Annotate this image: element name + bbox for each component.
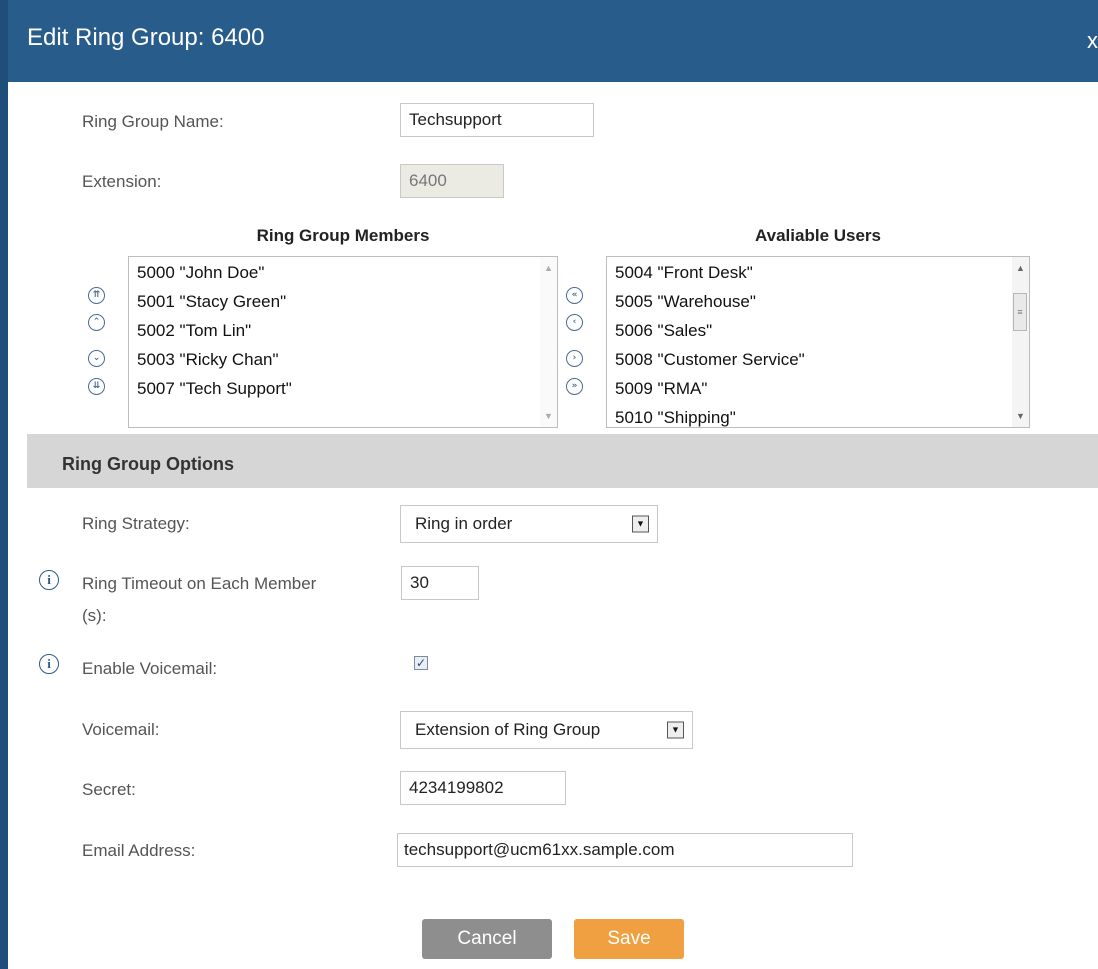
ring-timeout-label-line2: (s):	[82, 606, 107, 625]
save-button[interactable]: Save	[574, 919, 684, 959]
move-down-icon[interactable]: ⌄	[88, 350, 105, 367]
dialog-titlebar: Edit Ring Group: 6400 x	[8, 0, 1098, 82]
scroll-down-icon[interactable]: ▼	[1012, 411, 1029, 421]
close-icon[interactable]: x	[1087, 28, 1098, 54]
list-item[interactable]: 5005 "Warehouse"	[607, 287, 1029, 316]
move-bottom-icon[interactable]: ⇊	[88, 378, 105, 395]
info-icon[interactable]: i	[39, 570, 59, 590]
ring-group-name-label: Ring Group Name:	[82, 112, 224, 131]
list-item[interactable]: 5007 "Tech Support"	[129, 374, 557, 403]
scroll-up-icon[interactable]: ▲	[1012, 263, 1029, 273]
extension-input: 6400	[400, 164, 504, 198]
list-item[interactable]: 5004 "Front Desk"	[607, 258, 1029, 287]
list-item[interactable]: 5002 "Tom Lin"	[129, 316, 557, 345]
ring-strategy-select[interactable]: Ring in order ▼	[400, 505, 658, 543]
remove-selected-icon[interactable]: ›	[566, 350, 583, 367]
ring-group-members-header: Ring Group Members	[256, 226, 430, 245]
dialog-left-border	[0, 0, 8, 969]
cancel-button[interactable]: Cancel	[422, 919, 552, 959]
ring-strategy-value: Ring in order	[415, 514, 513, 533]
voicemail-value: Extension of Ring Group	[415, 720, 601, 739]
chevron-down-icon[interactable]: ▼	[667, 721, 684, 739]
ring-group-options-section: Ring Group Options	[27, 434, 1098, 488]
list-item[interactable]: 5010 "Shipping"	[607, 403, 1029, 427]
add-selected-icon[interactable]: ‹	[566, 314, 583, 331]
voicemail-label: Voicemail:	[82, 720, 160, 739]
move-top-icon[interactable]: ⇈	[88, 287, 105, 304]
available-scrollbar[interactable]: ▲ ≡ ▼	[1012, 257, 1029, 427]
add-all-icon[interactable]: «	[566, 287, 583, 304]
extension-label: Extension:	[82, 172, 162, 191]
email-input[interactable]: techsupport@ucm61xx.sample.com	[397, 833, 853, 867]
secret-label: Secret:	[82, 780, 136, 799]
available-users-header: Avaliable Users	[755, 226, 881, 245]
ring-strategy-label: Ring Strategy:	[82, 514, 190, 533]
scroll-down-icon[interactable]: ▼	[540, 411, 557, 421]
ring-group-members-list[interactable]: 5000 "John Doe" 5001 "Stacy Green" 5002 …	[128, 256, 558, 428]
list-item[interactable]: 5006 "Sales"	[607, 316, 1029, 345]
available-users-list[interactable]: 5004 "Front Desk" 5005 "Warehouse" 5006 …	[606, 256, 1030, 428]
dialog-title: Edit Ring Group: 6400	[27, 24, 265, 51]
list-item[interactable]: 5000 "John Doe"	[129, 258, 557, 287]
ring-timeout-label-line1: Ring Timeout on Each Member	[82, 574, 317, 593]
members-scrollbar[interactable]: ▲ ▼	[540, 257, 557, 427]
email-label: Email Address:	[82, 841, 196, 860]
ring-group-name-input[interactable]: Techsupport	[400, 103, 594, 137]
remove-all-icon[interactable]: »	[566, 378, 583, 395]
enable-voicemail-label: Enable Voicemail:	[82, 659, 218, 678]
section-title: Ring Group Options	[62, 454, 234, 474]
secret-input[interactable]: 4234199802	[400, 771, 566, 805]
enable-voicemail-checkbox[interactable]: ✓	[414, 656, 428, 670]
list-item[interactable]: 5003 "Ricky Chan"	[129, 345, 557, 374]
scroll-thumb[interactable]: ≡	[1013, 293, 1027, 331]
chevron-down-icon[interactable]: ▼	[632, 515, 649, 533]
list-item[interactable]: 5001 "Stacy Green"	[129, 287, 557, 316]
ring-timeout-input[interactable]: 30	[401, 566, 479, 600]
voicemail-select[interactable]: Extension of Ring Group ▼	[400, 711, 693, 749]
scroll-up-icon[interactable]: ▲	[540, 263, 557, 273]
list-item[interactable]: 5008 "Customer Service"	[607, 345, 1029, 374]
info-icon[interactable]: i	[39, 654, 59, 674]
list-item[interactable]: 5009 "RMA"	[607, 374, 1029, 403]
move-up-icon[interactable]: ⌃	[88, 314, 105, 331]
